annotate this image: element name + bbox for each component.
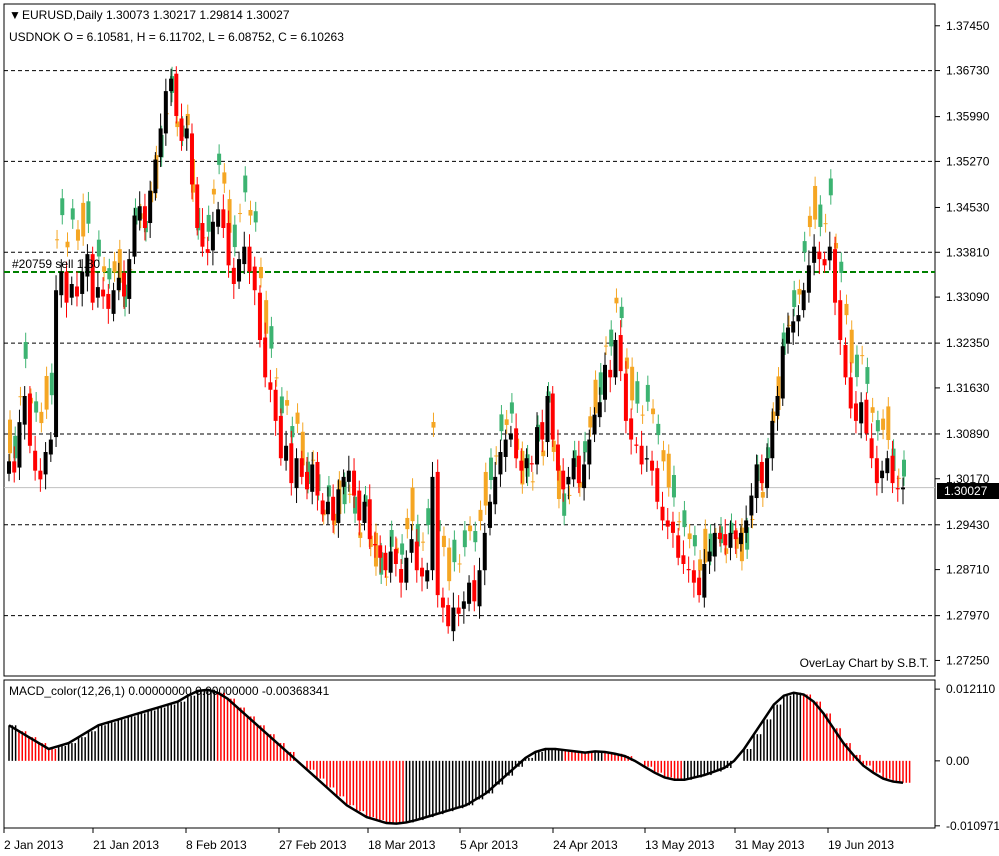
candle: [195, 176, 200, 236]
price-tick: 1.33810: [946, 245, 990, 259]
date-tick: 2 Jan 2013: [4, 838, 64, 852]
date-tick: 5 Apr 2013: [460, 838, 518, 852]
date-tick: 13 May 2013: [645, 838, 715, 852]
price-tick: 1.29430: [946, 518, 990, 532]
price-tick: 1.27250: [946, 653, 990, 667]
candle: [430, 461, 435, 581]
price-tick: 1.36730: [946, 64, 990, 78]
candle: [257, 285, 262, 348]
candle: [435, 459, 440, 608]
price-tick: 1.33090: [946, 290, 990, 304]
macd-header: MACD_color(12,26,1) 0.00000000 0.0000000…: [9, 684, 330, 698]
chart-canvas: 1.37450 1.36730 1.35990 1.35270 1.34530 1.338…: [0, 0, 999, 856]
price-tick: 1.30890: [946, 427, 990, 441]
price-tick: 1.35270: [946, 154, 990, 168]
macd-tick: -0.010971: [946, 819, 999, 833]
date-tick: 8 Feb 2013: [186, 838, 247, 852]
symbol-line: EURUSD,Daily 1.30073 1.30217 1.29814 1.3…: [22, 8, 290, 22]
macd-tick: 0.012110: [946, 682, 995, 696]
macd-tick: 0.00: [946, 754, 970, 768]
candle: [132, 208, 137, 265]
candle: [278, 408, 283, 466]
price-tick: 1.27970: [946, 609, 990, 623]
watermark: OverLay Chart by S.B.T.: [800, 656, 929, 670]
date-tick: 19 Jun 2013: [828, 838, 894, 852]
candle: [174, 66, 179, 124]
price-tick: 1.34530: [946, 200, 990, 214]
candle: [780, 338, 785, 406]
price-tick: 1.28710: [946, 563, 990, 577]
macd-panel: [3, 679, 936, 829]
date-tick: 18 Mar 2013: [368, 838, 436, 852]
candle: [613, 332, 618, 385]
price-tick: 1.37450: [946, 19, 990, 33]
chart-root: 1.37450 1.36730 1.35990 1.35270 1.34530 1.338…: [0, 0, 999, 856]
date-tick: 27 Feb 2013: [279, 838, 347, 852]
date-tick: 21 Jan 2013: [93, 838, 159, 852]
candle: [27, 386, 32, 454]
overlay-line: USDNOK O = 6.10581, H = 6.11702, L = 6.0…: [9, 30, 344, 44]
price-tick: 1.35990: [946, 110, 990, 124]
price-tick: 1.31630: [946, 381, 990, 395]
price-tick: 1.32350: [946, 336, 990, 350]
current-price-label: 1.30027: [944, 484, 988, 498]
candle: [550, 386, 555, 448]
date-tick: 31 May 2013: [735, 838, 805, 852]
date-tick: 24 Apr 2013: [553, 838, 618, 852]
order-label: #20759 sell 1.30: [12, 257, 100, 271]
candle: [54, 275, 59, 448]
dropdown-icon[interactable]: ▼: [9, 8, 21, 22]
